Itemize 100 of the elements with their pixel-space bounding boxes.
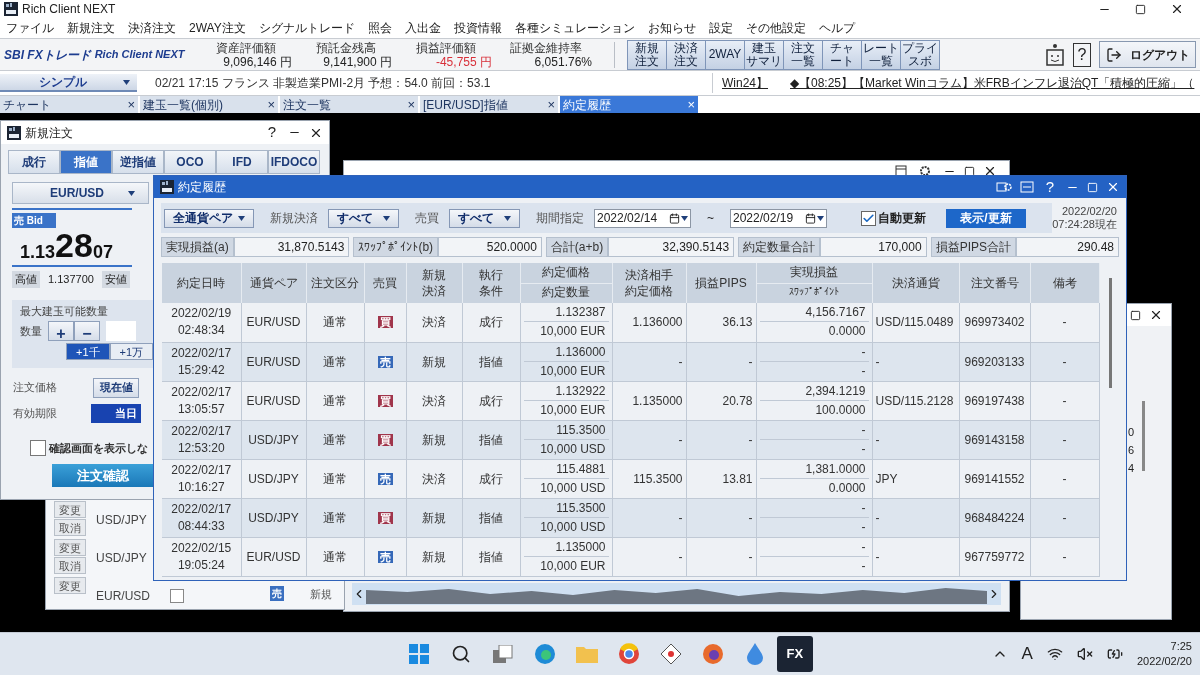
clock-date[interactable]: 2022/02/20 <box>1136 654 1192 669</box>
quantity-input[interactable] <box>106 321 136 341</box>
cancel-button[interactable]: 取消 <box>54 519 86 536</box>
order-type-tab[interactable]: 成行 <box>8 150 60 174</box>
menu-item[interactable]: 新規注文 <box>67 19 115 37</box>
order-type-tab[interactable]: IFD <box>216 150 268 174</box>
menu-item[interactable]: ファイル <box>6 19 54 37</box>
mode-dropdown[interactable]: シンプル <box>0 74 137 92</box>
help-button[interactable]: ? <box>1045 175 1054 199</box>
decrease-button[interactable]: − <box>74 321 100 341</box>
menu-item[interactable]: お知らせ <box>647 19 696 37</box>
maximize-icon[interactable] <box>1130 309 1141 321</box>
volume-mute-icon[interactable] <box>1076 646 1093 662</box>
toolbar-button[interactable]: 決済 注文 <box>666 39 706 70</box>
row-checkbox[interactable] <box>170 589 184 603</box>
tab-close-button[interactable]: × <box>127 94 135 115</box>
browser-icon[interactable] <box>533 643 556 665</box>
help-button[interactable]: ? <box>1073 42 1091 67</box>
search-icon[interactable] <box>450 644 471 664</box>
menu-item[interactable]: 2WAY注文 <box>189 19 246 37</box>
calendar-icon[interactable] <box>805 212 816 224</box>
maximize-icon[interactable] <box>964 165 975 177</box>
file-export-icon[interactable] <box>1019 181 1034 193</box>
toolbar-button[interactable]: 2WAY <box>705 39 745 70</box>
clock-time[interactable]: 7:25 <box>1170 639 1192 654</box>
battery-icon[interactable] <box>1106 646 1123 662</box>
view-tab[interactable]: [EUR/USD]指値 × <box>420 96 558 113</box>
pnl-cell: 2,394.1219 <box>759 381 869 401</box>
fx-app-button[interactable]: FX <box>776 636 813 672</box>
input-mode-indicator[interactable]: A <box>1021 641 1033 667</box>
currency-pair-dropdown[interactable]: 全通貨ペア <box>164 208 254 228</box>
order-confirm-button[interactable]: 注文確認 <box>52 464 153 487</box>
refresh-button[interactable]: 表示/更新 <box>946 208 1026 228</box>
close-icon[interactable] <box>983 164 997 178</box>
settings-icon[interactable] <box>995 181 1012 193</box>
order-type-tab[interactable]: OCO <box>164 150 216 174</box>
windows-logo-icon[interactable] <box>408 644 429 664</box>
menu-item[interactable]: 各種シミュレーション <box>514 19 635 37</box>
droplet-icon[interactable] <box>745 643 764 665</box>
view-tab[interactable]: 注文一覧 × <box>280 96 418 113</box>
menu-item[interactable]: 照会 <box>367 19 392 37</box>
help-button[interactable]: ? <box>267 121 276 144</box>
quantity-step-button[interactable]: +1千 <box>66 343 110 360</box>
menu-item[interactable]: 設定 <box>708 19 733 37</box>
browser-icon[interactable] <box>617 643 640 665</box>
window-icon[interactable] <box>895 165 907 177</box>
view-tab[interactable]: 約定履歴 × <box>560 96 698 113</box>
cancel-button[interactable]: 取消 <box>54 557 86 574</box>
last-updated-time: 2022/02/20 07:24:28現在 <box>1052 203 1119 233</box>
menu-item[interactable]: 投資情報 <box>453 19 502 37</box>
confirm-checkbox[interactable] <box>30 439 46 456</box>
change-button[interactable]: 変更 <box>54 577 86 594</box>
tab-close-button[interactable]: × <box>687 94 695 115</box>
order-type-tab[interactable]: 逆指値 <box>112 150 164 174</box>
calendar-icon[interactable] <box>669 212 680 224</box>
change-button[interactable]: 変更 <box>54 501 86 518</box>
tab-close-button[interactable]: × <box>547 94 555 115</box>
quantity-step-button[interactable]: +1万 <box>109 343 153 360</box>
auto-update-checkbox[interactable] <box>861 210 876 226</box>
order-type-tab[interactable]: 指値 <box>60 150 112 174</box>
increase-button[interactable]: + <box>48 321 74 341</box>
close-icon[interactable] <box>1149 308 1163 322</box>
current-price-button[interactable]: 現在値 <box>93 377 139 398</box>
view-tab[interactable]: チャート × <box>0 96 138 113</box>
close-icon[interactable] <box>1170 2 1184 16</box>
gear-icon[interactable] <box>919 165 931 177</box>
open-close-dropdown[interactable]: すべて <box>328 208 399 228</box>
toolbar-button[interactable]: レート 一覧 <box>861 39 901 70</box>
diamond-icon[interactable] <box>659 643 682 665</box>
tab-close-button[interactable]: × <box>267 94 275 115</box>
order-type-tab[interactable]: IFDOCO <box>268 150 320 174</box>
browser-icon[interactable] <box>701 643 724 665</box>
menu-item[interactable]: ヘルプ <box>818 19 855 37</box>
news-link[interactable]: ◆【08:25】【Market Winコラム】米FRBインフレ退治QT「積極的圧縮」（ <box>790 74 1195 92</box>
task-view-icon[interactable] <box>492 645 513 663</box>
news-link[interactable]: Win24】 <box>722 74 790 92</box>
expiry-dropdown[interactable]: 当日 <box>91 403 141 423</box>
toolbar-button[interactable]: 注文 一覧 <box>783 39 823 70</box>
toolbar-button[interactable]: プライ スボ <box>900 39 940 70</box>
date-field[interactable]: 2022/02/19 <box>730 208 827 228</box>
toolbar-button[interactable]: 新規 注文 <box>627 39 667 70</box>
toolbar-button[interactable]: チャ ート <box>822 39 862 70</box>
menu-item[interactable]: その他設定 <box>745 19 806 37</box>
counter-price-cell: 115.3500 <box>612 459 686 498</box>
menu-item[interactable]: 決済注文 <box>128 19 176 37</box>
scrollbar-thumb[interactable] <box>1142 401 1146 471</box>
change-button[interactable]: 変更 <box>54 539 86 556</box>
view-tab[interactable]: 建玉一覧(個別) × <box>140 96 278 113</box>
side-dropdown[interactable]: すべて <box>449 208 520 228</box>
date-field[interactable]: 2022/02/14 <box>594 208 691 228</box>
tab-close-button[interactable]: × <box>407 94 415 115</box>
scrollbar-thumb[interactable] <box>1108 278 1112 388</box>
pair-dropdown[interactable]: EUR/USD <box>12 182 149 204</box>
menu-item[interactable]: 入出金 <box>404 19 441 37</box>
wifi-icon[interactable] <box>1046 646 1063 662</box>
logout-button[interactable]: ログアウト <box>1099 41 1196 68</box>
menu-item[interactable]: シグナルトレード <box>258 19 355 37</box>
maximize-icon[interactable] <box>1135 3 1146 15</box>
robot-face-icon[interactable] <box>1045 42 1065 67</box>
toolbar-button[interactable]: 建玉 サマリ <box>744 39 784 70</box>
